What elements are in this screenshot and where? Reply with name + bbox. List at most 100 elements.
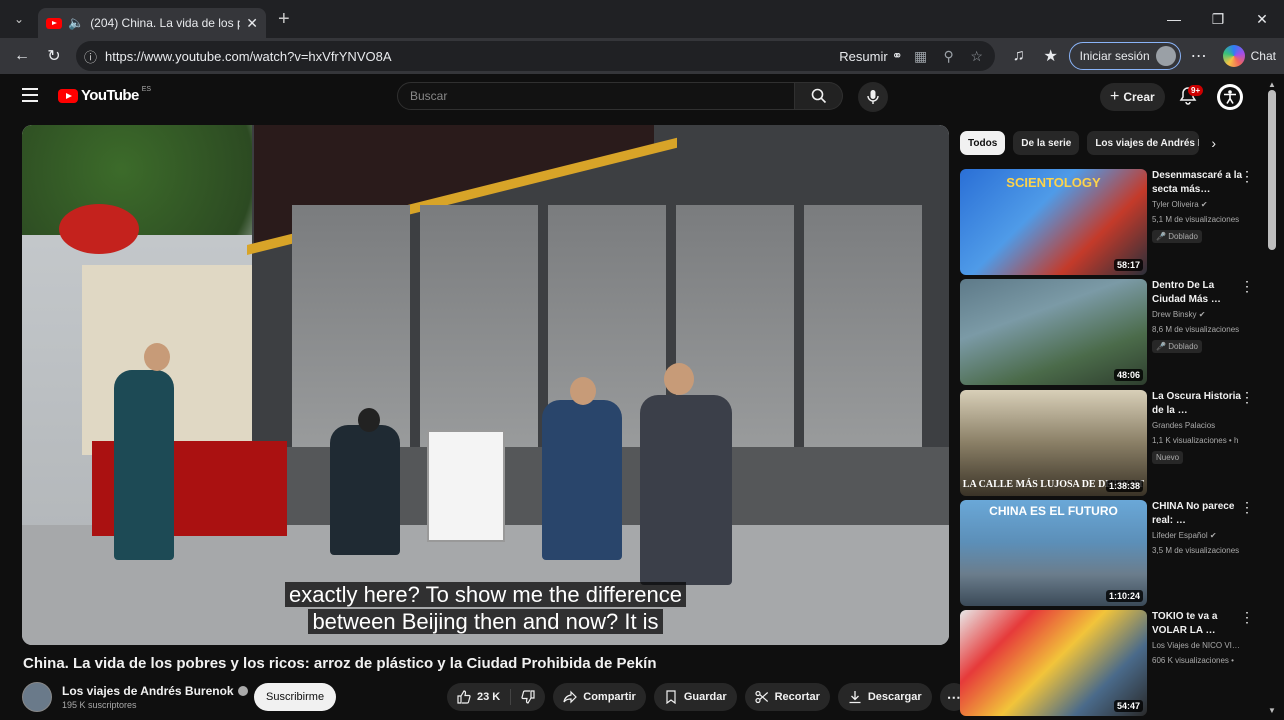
recommendation-views: 1,1 K visualizaciones • h [1152, 436, 1239, 445]
accessibility-icon [1220, 87, 1240, 107]
menu-icon[interactable] [22, 88, 38, 102]
recommendation-channel-text: Lifeder Español [1152, 531, 1208, 540]
kebab-menu-icon[interactable]: ⋮ [1240, 279, 1254, 293]
clip-label: Recortar [774, 691, 820, 703]
youtube-logo[interactable]: YouTube ES [58, 86, 151, 104]
channel-avatar[interactable] [22, 682, 52, 712]
recommendation-channel-text: Tyler Oliveira [1152, 200, 1199, 209]
extensions-icon[interactable]: ♫ [1005, 42, 1033, 70]
download-button[interactable]: Descargar [837, 683, 932, 711]
create-button[interactable]: + Crear [1100, 83, 1165, 111]
voice-search-button[interactable] [858, 82, 888, 112]
summarize-icon: ⚭ [891, 48, 903, 63]
recommendation-channel: Los Viajes de NICO VI… [1152, 641, 1240, 650]
recommendation-channel-text: Drew Binsky [1152, 310, 1197, 319]
address-bar[interactable]: ⓘ https://www.youtube.com/watch?v=hxVfrY… [76, 41, 995, 71]
close-window-icon[interactable]: ✕ [1240, 0, 1284, 38]
chip-todos[interactable]: Todos [960, 131, 1006, 155]
video-player[interactable]: exactly here? To show me the difference … [22, 125, 949, 645]
channel-name[interactable]: Los viajes de Andrés Burenok [62, 684, 248, 698]
copilot-chat-button[interactable]: Chat [1222, 45, 1276, 67]
save-button[interactable]: Guardar [653, 683, 737, 711]
download-icon [849, 691, 861, 704]
bookmark-icon [666, 690, 676, 704]
video-thumbnail[interactable]: SCIENTOLOGY 58:17 [960, 169, 1147, 275]
recommendation-item[interactable]: LA CALLE MÁS LUJOSA DE DETROIT 1:38:38 L… [960, 390, 1260, 496]
microphone-icon [867, 90, 879, 104]
caption-text-2: between Beijing then and now? It is [308, 609, 663, 634]
new-badge: Nuevo [1152, 451, 1184, 464]
thumbnail-caption: CHINA ES EL FUTURO [989, 504, 1118, 518]
clip-button[interactable]: Recortar [744, 683, 830, 711]
like-button[interactable]: 23 K [447, 683, 510, 711]
tab-list-dropdown-icon[interactable]: ⌄ [6, 6, 32, 32]
chevron-right-icon[interactable]: › [1211, 135, 1216, 151]
scroll-down-arrow-icon[interactable]: ▼ [1268, 706, 1276, 715]
new-tab-icon[interactable]: + [278, 8, 290, 31]
video-thumbnail[interactable]: CHINA ES EL FUTURO 1:10:24 [960, 500, 1147, 606]
recommendation-views: 606 K visualizaciones • [1152, 656, 1234, 665]
recommendation-title: La Oscura Historia de la … [1152, 391, 1241, 416]
kebab-menu-icon[interactable]: ⋮ [1240, 390, 1254, 404]
site-info-icon[interactable]: ⓘ [84, 47, 97, 66]
minimize-icon[interactable]: — [1152, 0, 1196, 38]
recommendation-channel: Drew Binsky ✔ [1152, 310, 1205, 319]
favorite-star-icon[interactable]: ☆ [967, 48, 987, 65]
kebab-menu-icon[interactable]: ⋮ [1240, 169, 1254, 183]
signin-button[interactable]: Iniciar sesión [1068, 42, 1181, 70]
scroll-up-arrow-icon[interactable]: ▲ [1268, 80, 1276, 89]
tab-close-icon[interactable]: ✕ [246, 15, 258, 32]
search-button[interactable] [795, 82, 843, 110]
recommendation-channel: Tyler Oliveira ✔ [1152, 200, 1208, 209]
kebab-menu-icon[interactable]: ⋮ [1240, 610, 1254, 624]
address-toolbar: ← ↻ ⓘ https://www.youtube.com/watch?v=hx… [0, 38, 1284, 74]
profile-avatar [1155, 46, 1176, 66]
video-title: China. La vida de los pobres y los ricos… [23, 655, 657, 672]
video-duration: 1:38:38 [1105, 480, 1143, 492]
share-button[interactable]: Compartir [553, 683, 646, 711]
favorites-icon[interactable]: ★ [1037, 42, 1065, 70]
thumbs-down-icon [521, 690, 535, 704]
browser-tab[interactable]: 🔈 (204) China. La vida de los pobres y l… [38, 8, 266, 38]
chip-channel[interactable]: Los viajes de Andrés Bu [1087, 131, 1200, 155]
summarize-label: Resumir [839, 48, 888, 64]
video-thumbnail[interactable]: 48:06 [960, 279, 1147, 385]
create-label: Crear [1123, 90, 1155, 104]
video-duration: 48:06 [1113, 369, 1143, 381]
video-thumbnail[interactable]: 54:47 [960, 610, 1147, 716]
url-text[interactable]: https://www.youtube.com/watch?v=hxVfrYNV… [105, 49, 831, 64]
scene-head [570, 377, 596, 405]
subscriber-count: 195 K suscriptores [62, 700, 137, 710]
share-icon [563, 690, 578, 704]
video-duration: 58:17 [1113, 259, 1143, 271]
more-horizontal-icon: ⋯ [946, 688, 961, 705]
kebab-menu-icon[interactable]: ⋮ [1240, 500, 1254, 514]
account-avatar[interactable] [1217, 84, 1243, 110]
dislike-button[interactable] [511, 683, 545, 711]
app-available-icon[interactable]: ▦ [911, 48, 931, 65]
recommendation-item[interactable]: SCIENTOLOGY 58:17 Desenmascaré a la sect… [960, 169, 1260, 275]
verified-icon: ✔ [1209, 531, 1217, 540]
search-input[interactable]: Buscar [397, 82, 795, 110]
zoom-icon[interactable]: ⚲ [939, 48, 959, 65]
back-icon[interactable]: ← [8, 42, 36, 70]
recommendation-item[interactable]: CHINA ES EL FUTURO 1:10:24 CHINA No pare… [960, 500, 1260, 606]
thumbnail-caption: SCIENTOLOGY [1006, 175, 1101, 190]
page-scrollbar[interactable] [1268, 90, 1276, 250]
scene-person [542, 400, 622, 560]
scene-head [664, 363, 694, 395]
reload-icon[interactable]: ↻ [40, 42, 68, 70]
video-thumbnail[interactable]: LA CALLE MÁS LUJOSA DE DETROIT 1:38:38 [960, 390, 1147, 496]
recommendation-title: TOKIO te va a VOLAR LA … [1152, 611, 1218, 636]
subscribe-button[interactable]: Suscribirme [254, 683, 337, 711]
recommendation-item[interactable]: 48:06 Dentro De La Ciudad Más … Drew Bin… [960, 279, 1260, 385]
recommendation-views: 5,1 M de visualizaciones [1152, 215, 1240, 224]
caption-line-2: between Beijing then and now? It is [22, 608, 949, 635]
chip-series[interactable]: De la serie [1013, 131, 1080, 155]
speaker-icon[interactable]: 🔈 [68, 15, 84, 31]
more-menu-icon[interactable]: ⋯ [1185, 42, 1213, 70]
summarize-button[interactable]: Resumir ⚭ [839, 48, 902, 64]
like-count: 23 K [477, 691, 501, 703]
restore-icon[interactable]: ❐ [1196, 0, 1240, 38]
recommendation-item[interactable]: 54:47 TOKIO te va a VOLAR LA … Los Viaje… [960, 610, 1260, 716]
